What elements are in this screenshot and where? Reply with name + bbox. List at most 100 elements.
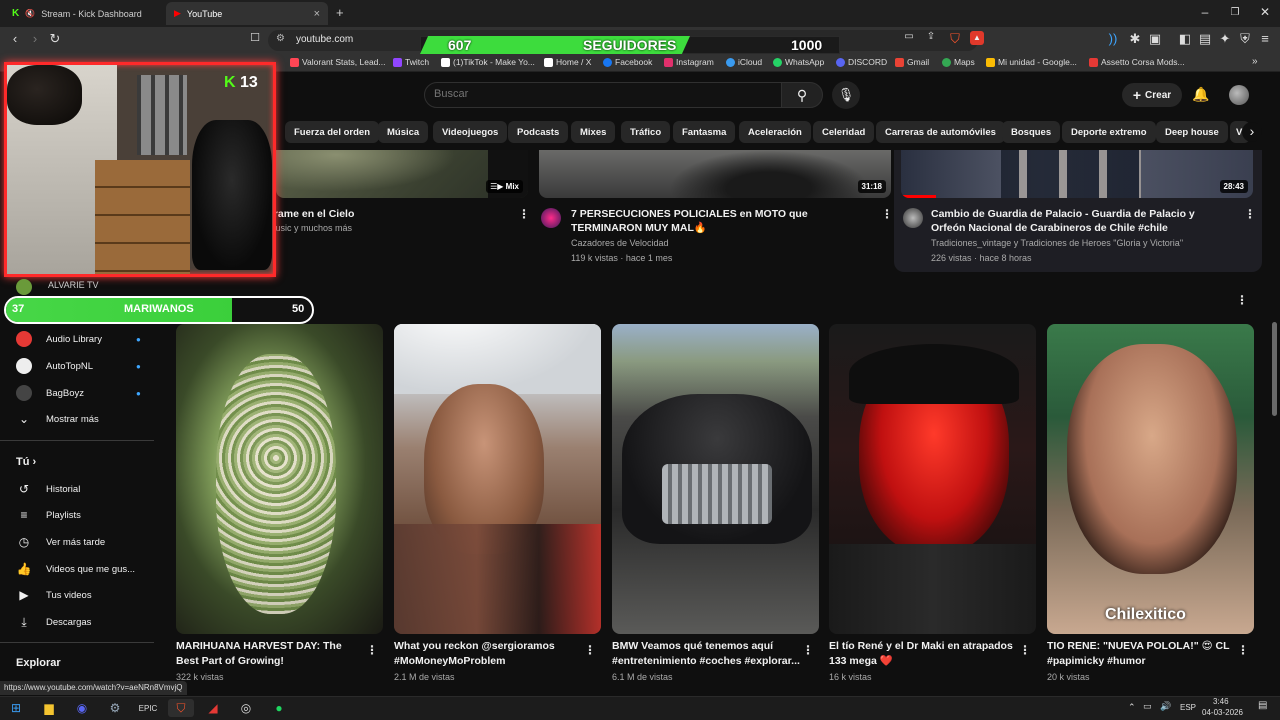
forward-icon[interactable]: ›	[26, 31, 44, 46]
tab-youtube[interactable]: ▶ YouTube ×	[166, 2, 328, 25]
bookmark-maps[interactable]: Maps	[942, 57, 975, 67]
account-avatar[interactable]	[1229, 85, 1249, 105]
sidebar-item-historial[interactable]: ↺ Historial	[16, 482, 80, 496]
short-thumbnail[interactable]	[176, 324, 383, 634]
chip-deporte-extremo[interactable]: Deporte extremo	[1062, 121, 1156, 143]
short-title[interactable]: MARIHUANA HARVEST DAY: The Best Part of …	[176, 639, 366, 669]
sidebar-subscription-audio-library[interactable]: Audio Library ●	[16, 331, 141, 347]
chip-videojuegos[interactable]: Videojuegos	[433, 121, 508, 143]
reload-icon[interactable]: ↻	[46, 31, 64, 47]
sidebar-subscription-autotopnl[interactable]: AutoTopNL ●	[16, 358, 141, 374]
menu-icon[interactable]: ≡	[1256, 31, 1274, 46]
tray-chevron-up-icon[interactable]: ⌃	[1128, 702, 1136, 713]
video-thumbnail[interactable]: 31:18	[539, 150, 891, 198]
video-title[interactable]: érame en el Cielo	[268, 207, 508, 221]
video-thumbnail[interactable]: ☰▶ Mix	[276, 150, 528, 198]
bookmark-x[interactable]: Home / X	[544, 57, 591, 67]
video-thumbnail[interactable]: 28:43	[901, 150, 1253, 198]
video-title[interactable]: Cambio de Guardia de Palacio - Guardia d…	[931, 207, 1231, 235]
chip-mixes[interactable]: Mixes	[571, 121, 616, 143]
voice-search-button[interactable]: 🎙	[832, 81, 860, 109]
more-options-icon[interactable]: ⋮	[518, 207, 530, 221]
more-options-icon[interactable]: ⋮	[1237, 643, 1249, 657]
language-indicator[interactable]: ESP	[1180, 703, 1196, 712]
sidebar-item-liked[interactable]: 👍 Videos que me gus...	[16, 562, 136, 576]
channel-name[interactable]: Tradiciones_vintage y Tradiciones de Her…	[931, 236, 1183, 251]
leo-icon[interactable]: ✦	[1216, 31, 1234, 47]
discord-icon[interactable]: ◉	[72, 699, 92, 717]
volume-icon[interactable]: 🔊	[1160, 701, 1171, 712]
tab-kick-dashboard[interactable]: K 🔇 Stream - Kick Dashboard	[4, 2, 164, 25]
sidebar-show-more[interactable]: ⌄ Mostrar más	[16, 412, 99, 426]
clock-date[interactable]: 04-03-2026	[1202, 708, 1243, 717]
windows-start-icon[interactable]: ⊞	[6, 699, 26, 717]
bookmark-twitch[interactable]: Twitch	[393, 57, 429, 67]
short-title[interactable]: What you reckon @sergioramos #MoMoneyMoP…	[394, 639, 584, 669]
sidebar-you-header[interactable]: Tú ›	[16, 456, 36, 468]
wallet-icon[interactable]: ▣	[1146, 31, 1164, 47]
bookmark-instagram[interactable]: Instagram	[664, 57, 714, 67]
steam-icon[interactable]: ⚙	[105, 699, 125, 717]
create-button[interactable]: + Crear	[1122, 83, 1182, 107]
sidebar-item-tus-videos[interactable]: ▶ Tus videos	[16, 588, 91, 602]
more-options-icon[interactable]: ⋮	[802, 643, 814, 657]
obs-icon[interactable]: ◎	[236, 699, 256, 717]
more-options-icon[interactable]: ⋮	[584, 643, 596, 657]
short-thumbnail[interactable]	[829, 324, 1036, 634]
channel-avatar[interactable]	[903, 208, 923, 228]
brave-browser-icon[interactable]: ⛉	[168, 699, 194, 717]
chip-aceleracion[interactable]: Aceleración	[739, 121, 811, 143]
chip-podcasts[interactable]: Podcasts	[508, 121, 569, 143]
short-title[interactable]: TIO RENE: "NUEVA POLOLA!" 😍 CL #papimick…	[1047, 639, 1237, 669]
sidebar-item-ver-mas-tarde[interactable]: ◷ Ver más tarde	[16, 535, 105, 549]
bookmark-valorant[interactable]: Valorant Stats, Lead...	[290, 57, 385, 67]
brave-shield-icon[interactable]: ⛉	[946, 31, 964, 47]
rewards-icon[interactable]: ▲	[970, 31, 984, 45]
back-icon[interactable]: ‹	[6, 31, 24, 46]
app-icon[interactable]: ◢	[203, 699, 223, 717]
bookmark-icloud[interactable]: iCloud	[726, 57, 762, 67]
chip-celeridad[interactable]: Celeridad	[813, 121, 875, 143]
url-text[interactable]: youtube.com	[296, 34, 353, 45]
sidebar-item-playlists[interactable]: ≡ Playlists	[16, 508, 80, 522]
share-icon[interactable]: ⇪	[922, 31, 940, 42]
search-input[interactable]	[434, 88, 754, 100]
short-thumbnail[interactable]	[394, 324, 601, 634]
more-options-icon[interactable]: ⋮	[366, 643, 378, 657]
network-icon[interactable]: ▭	[1143, 701, 1152, 712]
channel-avatar[interactable]	[541, 208, 561, 228]
chip-carreras[interactable]: Carreras de automóviles	[876, 121, 1005, 143]
new-tab-button[interactable]: +	[336, 5, 344, 20]
bookmark-whatsapp[interactable]: WhatsApp	[773, 57, 824, 67]
clock-time[interactable]: 3:46	[1213, 697, 1229, 706]
chip-trafico[interactable]: Tráfico	[621, 121, 671, 143]
minimize-icon[interactable]: –	[1190, 5, 1220, 19]
more-options-icon[interactable]: ⋮	[1019, 643, 1031, 657]
more-options-icon[interactable]: ⋮	[1244, 207, 1256, 221]
cast-icon[interactable]: ▭	[900, 31, 918, 42]
chip-deep-house[interactable]: Deep house	[1156, 121, 1228, 143]
file-explorer-icon[interactable]: ▆	[39, 699, 59, 717]
epic-games-icon[interactable]: EPIC	[138, 699, 158, 717]
chip-musica[interactable]: Música	[378, 121, 429, 143]
shorts-more-icon[interactable]: ⋮	[1236, 293, 1248, 307]
chip-fantasma[interactable]: Fantasma	[673, 121, 736, 143]
sidebar-toggle-icon[interactable]: ◧	[1176, 31, 1194, 47]
search-button[interactable]: ⚲	[781, 82, 823, 108]
sidebar-item-descargas[interactable]: ⤓ Descargas	[16, 615, 91, 630]
channel-name[interactable]: Cazadores de Velocidad	[571, 236, 669, 251]
wallet2-icon[interactable]: ▤	[1196, 31, 1214, 47]
extensions-icon[interactable]: ✱	[1126, 31, 1144, 47]
chips-next-icon[interactable]: ›	[1242, 122, 1262, 142]
bookmark-facebook[interactable]: Facebook	[603, 57, 652, 67]
short-title[interactable]: El tío René y el Dr Maki en atrapados 13…	[829, 639, 1019, 669]
video-title[interactable]: 7 PERSECUCIONES POLICIALES en MOTO que T…	[571, 207, 871, 235]
sidebar-channel-name[interactable]: ALVARIE TV	[48, 280, 99, 290]
short-title[interactable]: BMW Veamos qué tenemos aquí #entretenimi…	[612, 639, 802, 669]
site-settings-icon[interactable]: ⚙	[276, 33, 285, 44]
audio-icon[interactable]: ))	[1104, 31, 1122, 46]
short-thumbnail[interactable]: Chilexitico	[1047, 324, 1254, 634]
notification-center-icon[interactable]: ▤	[1258, 700, 1267, 711]
close-window-icon[interactable]: ✕	[1250, 5, 1280, 19]
bookmark-icon[interactable]: ☐	[246, 31, 264, 44]
